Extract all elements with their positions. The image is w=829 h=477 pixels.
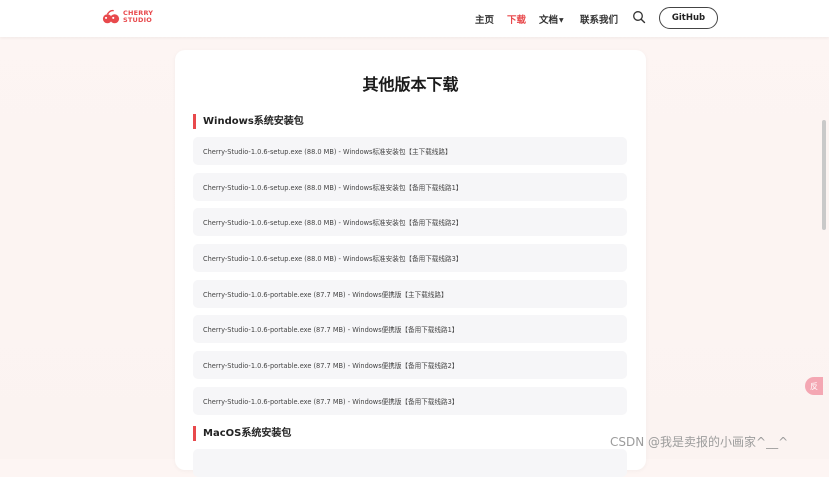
- nav-home[interactable]: 主页: [475, 12, 494, 26]
- nav-contact[interactable]: 联系我们: [580, 12, 618, 26]
- download-link[interactable]: Cherry-Studio-1.0.6-portable.exe (87.7 M…: [193, 351, 627, 379]
- cherry-logo-icon: [102, 9, 120, 24]
- download-link[interactable]: Cherry-Studio-1.0.6-setup.exe (88.0 MB) …: [193, 173, 627, 201]
- page-title: 其他版本下载: [362, 75, 459, 94]
- search-icon[interactable]: [632, 10, 646, 24]
- download-link[interactable]: Cherry-Studio-1.0.6-portable.exe (87.7 M…: [193, 315, 627, 343]
- nav-docs[interactable]: 文档▼: [539, 12, 564, 26]
- csdn-watermark: CSDN @我是卖报的小画家^__^: [610, 435, 789, 449]
- download-link[interactable]: Cherry-Studio-1.0.6-setup.exe (88.0 MB) …: [193, 208, 627, 236]
- nav-docs-label: 文档: [539, 15, 559, 26]
- download-link[interactable]: Cherry-Studio-1.0.6-setup.exe (88.0 MB) …: [193, 244, 627, 272]
- section-title-macos: MacOS系统安装包: [193, 426, 291, 441]
- floating-feedback-button[interactable]: 反: [805, 377, 823, 395]
- download-link[interactable]: Cherry-Studio-1.0.6-setup.exe (88.0 MB) …: [193, 137, 627, 165]
- logo-line-2: STUDIO: [123, 16, 152, 24]
- github-button[interactable]: GitHub: [659, 7, 718, 29]
- cherry-studio-logo[interactable]: CHERRY STUDIO: [102, 8, 153, 26]
- download-link[interactable]: Cherry-Studio-1.0.6-portable.exe (87.7 M…: [193, 387, 627, 415]
- logo-text: CHERRY STUDIO: [123, 10, 153, 24]
- download-link[interactable]: Cherry-Studio-1.0.6-portable.exe (87.7 M…: [193, 280, 627, 308]
- section-title-windows: Windows系统安装包: [193, 114, 304, 129]
- top-nav-bar: CHERRY STUDIO 主页 下载 文档▼ 联系我们 GitHub: [0, 0, 829, 37]
- download-card: 其他版本下载 Windows系统安装包 Cherry-Studio-1.0.6-…: [175, 50, 646, 477]
- page-scrollbar[interactable]: [822, 120, 826, 230]
- download-link-partial[interactable]: [193, 449, 627, 477]
- chevron-down-icon: ▼: [559, 17, 564, 24]
- nav-download[interactable]: 下载: [507, 12, 526, 26]
